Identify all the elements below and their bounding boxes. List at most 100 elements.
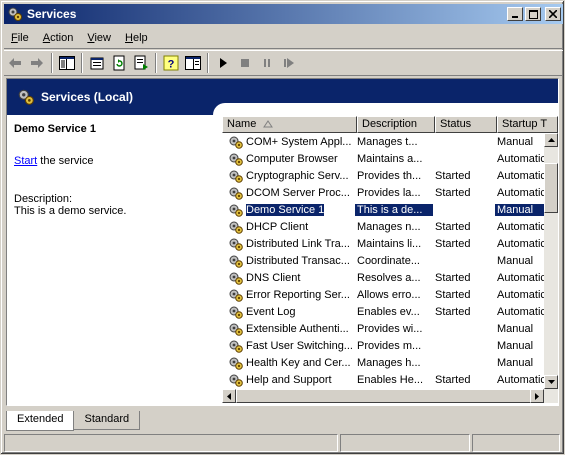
service-gear-icon [229,170,243,183]
service-description-cell: Maintains a... [357,152,423,165]
forward-button[interactable] [26,52,48,74]
service-startup-cell: Manual [497,322,534,335]
maximize-button[interactable] [525,7,541,21]
service-startup-cell: Automatic [497,373,544,386]
service-gear-icon [229,323,243,336]
service-startup-cell: Manual [497,339,534,352]
minimize-button[interactable] [507,7,523,21]
pause-icon [264,59,270,67]
start-service-link[interactable]: Start [14,155,37,167]
toolbar-separator [51,53,53,73]
service-name-cell: Error Reporting Ser... [222,287,355,303]
export-list-button[interactable] [130,52,152,74]
service-startup-cell: Automatic [497,152,544,165]
service-startup-cell: Manual [497,356,534,369]
menu-action[interactable]: Action [36,29,81,47]
service-name-cell: Computer Browser [222,151,355,167]
service-status-cell: Started [435,305,471,318]
selected-service-name: Demo Service 1 [14,123,96,135]
table-row[interactable]: Error Reporting Ser... Allows erro... Star… [222,286,544,303]
scroll-left-arrow-icon [227,392,231,400]
scroll-down-button[interactable] [544,375,558,389]
table-row[interactable]: DCOM Server Proc... Provides la... Started… [222,184,544,201]
service-startup-cell: Automatic [497,288,544,301]
vertical-scroll-thumb[interactable] [544,163,558,213]
service-description-cell: Enables He... [357,373,424,386]
table-row[interactable]: Help and Support Enables He... Started Auto… [222,371,544,388]
table-row[interactable]: Distributed Transac... Coordinate... Manua… [222,252,544,269]
table-row[interactable]: Cryptographic Serv... Provides th... Start… [222,167,544,184]
tab-standard[interactable]: Standard [73,411,141,430]
service-startup-cell: Automatic [497,186,544,199]
service-status-cell: Started [435,186,471,199]
back-arrow-icon [9,58,21,68]
start-service-button[interactable] [212,52,234,74]
toolbar-separator [155,53,157,73]
vertical-scrollbar[interactable] [544,133,558,389]
table-row[interactable]: DHCP Client Manages n... Started Automatic [222,218,544,235]
play-icon [220,58,227,68]
service-name-cell: Fast User Switching... [222,338,355,354]
service-name-cell: DHCP Client [222,219,355,235]
restart-service-button[interactable] [278,52,300,74]
banner-title: Services (Local) [41,90,134,104]
scroll-right-arrow-icon [535,392,539,400]
restart-icon [284,58,294,68]
service-gear-icon [229,153,243,166]
column-header-description[interactable]: Description [357,116,435,133]
table-row[interactable]: Demo Service 1 This is a de... Manual [222,201,544,218]
table-row[interactable]: COM+ System Appl... Manages t... Manual [222,133,544,150]
horizontal-scrollbar[interactable] [222,389,558,403]
column-header-status[interactable]: Status [435,116,497,133]
services-gear-icon [8,7,22,21]
service-gear-icon [229,136,243,149]
list-body: COM+ System Appl... Manages t... Manual Com… [222,133,544,389]
title-bar[interactable]: Services [4,4,563,24]
table-row[interactable]: DNS Client Resolves a... Started Automatic [222,269,544,286]
tab-extended[interactable]: Extended [6,411,75,431]
stop-service-button[interactable] [234,52,256,74]
service-name-cell: DCOM Server Proc... [222,185,355,201]
service-name-cell: Help and Support [222,372,355,388]
menu-bar: File Action View Help [4,27,563,49]
toolbar-separator [207,53,209,73]
column-header-startup-type[interactable]: Startup T [497,116,558,133]
table-row[interactable]: Distributed Link Tra... Maintains li... St… [222,235,544,252]
menu-file[interactable]: File [4,29,36,47]
table-row[interactable]: Health Key and Cer... Manages h... Manual [222,354,544,371]
properties-button[interactable] [86,52,108,74]
services-list: Name Description Status Startup T COM+ S… [222,116,558,405]
console-tree-icon [59,56,75,70]
service-startup-cell: Automatic [497,305,544,318]
table-row[interactable]: Computer Browser Maintains a... Automatic [222,150,544,167]
show-hide-action-pane-button[interactable] [182,52,204,74]
menu-help[interactable]: Help [118,29,155,47]
service-name-cell: Cryptographic Serv... [222,168,355,184]
refresh-button[interactable] [108,52,130,74]
horizontal-scroll-thumb[interactable] [236,389,532,403]
help-button[interactable]: ? [160,52,182,74]
table-row[interactable]: Extensible Authenti... Provides wi... Manu… [222,320,544,337]
service-name-cell: COM+ System Appl... [222,134,355,150]
table-row[interactable]: Fast User Switching... Provides m... Manua… [222,337,544,354]
minimize-icon [512,16,518,18]
show-hide-tree-button[interactable] [56,52,78,74]
table-row[interactable]: Event Log Enables ev... Started Automatic [222,303,544,320]
properties-icon [90,57,104,70]
service-gear-icon [229,374,243,387]
service-status-cell: Started [435,373,471,386]
scroll-left-button[interactable] [222,389,236,403]
pause-service-button[interactable] [256,52,278,74]
service-gear-icon [229,306,243,319]
service-description-cell: Provides m... [357,339,422,352]
service-name-cell: DNS Client [222,270,355,286]
menu-view[interactable]: View [80,29,118,47]
console-area: Services (Local) Demo Service 1 Start th… [6,78,559,406]
close-button[interactable] [545,7,561,21]
column-header-name[interactable]: Name [222,116,357,133]
scroll-right-button[interactable] [530,389,544,403]
scroll-up-button[interactable] [544,133,558,147]
toolbar-separator [81,53,83,73]
back-button[interactable] [4,52,26,74]
service-startup-cell: Manual [495,203,544,216]
